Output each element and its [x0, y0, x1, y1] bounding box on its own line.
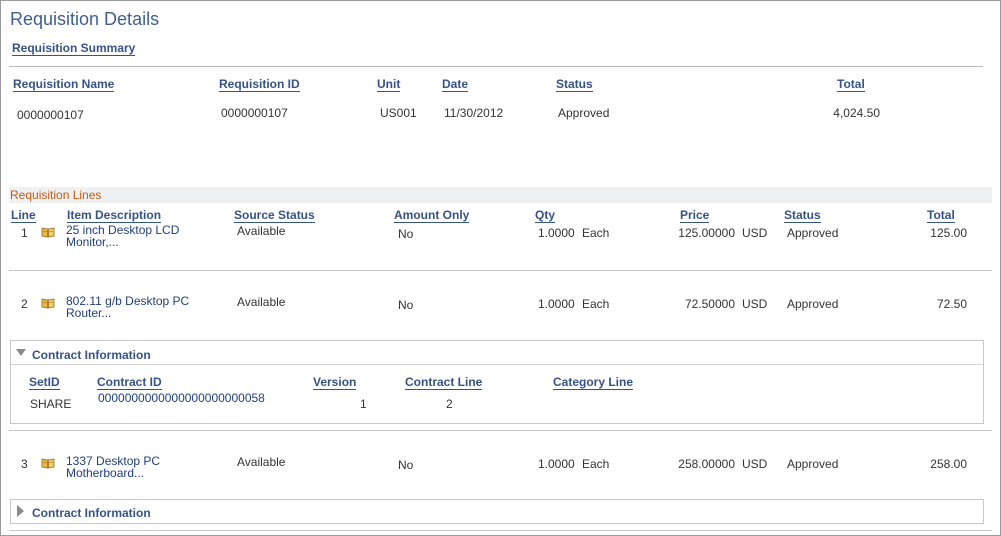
contract-line-value: 2 — [446, 397, 453, 411]
bottom-divider — [9, 530, 992, 531]
item-description-link[interactable]: 802.11 g/b Desktop PC Router... — [66, 295, 189, 319]
line-number: 3 — [21, 457, 28, 471]
book-icon[interactable] — [41, 298, 55, 309]
item-description-link[interactable]: 1337 Desktop PC Motherboard... — [66, 455, 160, 479]
qty: 1.0000 — [538, 226, 575, 240]
row-divider — [9, 270, 992, 271]
lines-title-band — [9, 187, 992, 203]
currency: USD — [742, 457, 768, 471]
summary-unit: US001 — [380, 106, 417, 120]
source-status: Available — [237, 455, 286, 469]
line-total: 258.00 — [930, 457, 967, 471]
lines-header-status[interactable]: Status — [784, 208, 821, 223]
source-status: Available — [237, 224, 286, 238]
contract-setid: SHARE — [30, 397, 72, 411]
contract-header-category-line[interactable]: Category Line — [553, 375, 634, 390]
contract-header-setid[interactable]: SetID — [29, 375, 60, 390]
lines-header-qty[interactable]: Qty — [535, 208, 556, 223]
triangle-right-icon[interactable] — [17, 505, 24, 517]
contract-header-contract-id[interactable]: Contract ID — [97, 375, 162, 390]
contract-id-link[interactable]: 0000000000000000000000058 — [98, 391, 265, 405]
currency: USD — [742, 226, 768, 240]
summary-header-date[interactable]: Date — [442, 77, 469, 92]
lines-header-source-status[interactable]: Source Status — [234, 208, 315, 223]
price: 258.00000 — [678, 457, 735, 471]
price: 72.50000 — [684, 297, 735, 311]
uom: Each — [582, 226, 610, 240]
source-status: Available — [237, 295, 286, 309]
book-icon[interactable] — [41, 227, 55, 238]
summary-header-status[interactable]: Status — [556, 77, 593, 92]
contract-information-collapsed-title[interactable]: Contract Information — [32, 506, 151, 520]
price: 125.00000 — [678, 226, 735, 240]
amount-only: No — [398, 298, 414, 312]
book-icon[interactable] — [41, 458, 55, 469]
lines-header-price[interactable]: Price — [680, 208, 710, 223]
uom: Each — [582, 457, 610, 471]
line-status: Approved — [787, 457, 839, 471]
contract-information-collapsed-group[interactable]: Contract Information — [10, 499, 984, 524]
summary-header-unit[interactable]: Unit — [377, 77, 401, 92]
line-total: 125.00 — [930, 226, 967, 240]
line-status: Approved — [787, 226, 839, 240]
qty: 1.0000 — [538, 457, 575, 471]
amount-only: No — [398, 227, 414, 241]
summary-title: Requisition Summary — [12, 41, 136, 56]
lines-header-line[interactable]: Line — [11, 208, 36, 223]
summary-total: 4,024.50 — [833, 106, 880, 120]
summary-status: Approved — [558, 106, 610, 120]
page-title: Requisition Details — [10, 9, 160, 29]
line-number: 1 — [21, 226, 28, 240]
lines-title: Requisition Lines — [10, 188, 102, 202]
contract-information-group: Contract Information SetID Contract ID V… — [10, 340, 984, 424]
line-number: 2 — [21, 297, 28, 311]
summary-name: 0000000107 — [17, 108, 84, 122]
contract-header-contract-line[interactable]: Contract Line — [405, 375, 483, 390]
uom: Each — [582, 297, 610, 311]
summary-header-name[interactable]: Requisition Name — [13, 77, 115, 92]
currency: USD — [742, 297, 768, 311]
summary-header-total[interactable]: Total — [837, 77, 865, 92]
lines-header-total[interactable]: Total — [927, 208, 955, 223]
contract-information-title[interactable]: Contract Information — [32, 348, 151, 362]
summary-header-id[interactable]: Requisition ID — [219, 77, 300, 92]
summary-date: 11/30/2012 — [444, 106, 504, 120]
contract-header-version[interactable]: Version — [313, 375, 357, 390]
contract-information-header[interactable]: Contract Information — [11, 341, 983, 365]
triangle-down-icon[interactable] — [16, 349, 26, 356]
lines-header-item[interactable]: Item Description — [67, 208, 162, 223]
contract-version: 1 — [360, 397, 367, 411]
lines-header-amount-only[interactable]: Amount Only — [394, 208, 470, 223]
amount-only: No — [398, 458, 414, 472]
summary-id: 0000000107 — [221, 106, 288, 120]
row-divider — [9, 430, 992, 431]
summary-divider — [9, 66, 983, 67]
line-status: Approved — [787, 297, 839, 311]
line-total: 72.50 — [936, 297, 967, 311]
requisition-details-page: Requisition Details Requisition Summary … — [0, 0, 1001, 536]
item-description-link[interactable]: 25 inch Desktop LCD Monitor,... — [66, 224, 179, 248]
qty: 1.0000 — [538, 297, 575, 311]
